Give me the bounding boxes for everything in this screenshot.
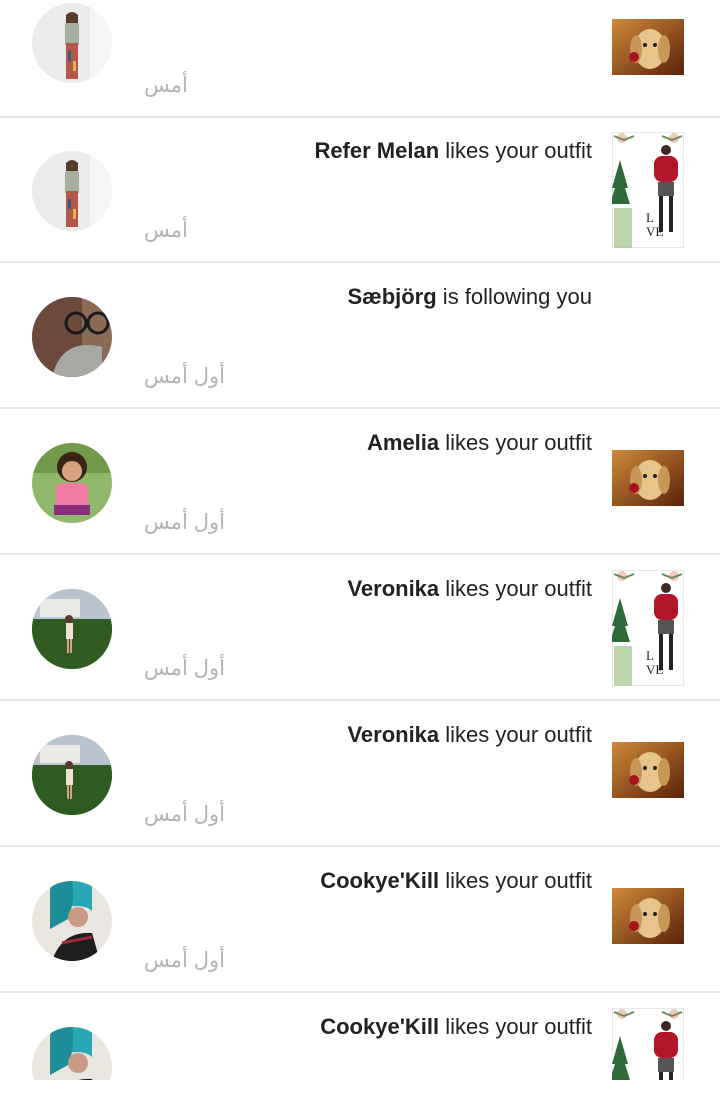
username-link[interactable]: Refer Melan xyxy=(314,138,439,163)
notification-text: Sæbjörg is following you xyxy=(347,284,592,310)
action-text: likes your outfit xyxy=(439,868,592,893)
user-avatar[interactable] xyxy=(32,297,112,377)
notification-text: Refer Melan likes your outfit xyxy=(314,138,592,164)
svg-text:VE: VE xyxy=(646,662,663,677)
user-avatar[interactable] xyxy=(32,1027,112,1080)
outfit-thumbnail[interactable] xyxy=(612,19,684,75)
notification-row[interactable]: Amelia likes your outfit أول أمس xyxy=(0,410,720,555)
outfit-thumbnail[interactable] xyxy=(612,742,684,798)
action-text: likes your outfit xyxy=(439,138,592,163)
action-text: likes your outfit xyxy=(439,576,592,601)
notification-time: أول أمس xyxy=(144,803,225,826)
notification-time: أول أمس xyxy=(144,949,225,972)
outfit-thumbnail[interactable] xyxy=(612,1008,684,1080)
dog-with-rose-icon xyxy=(612,742,684,798)
notification-time: أمس xyxy=(144,219,188,242)
notification-feed: أمس Refer Melan likes your outfit أمس L … xyxy=(0,0,720,1080)
avatar-person-glasses-icon xyxy=(32,297,112,377)
svg-text:VE: VE xyxy=(646,224,663,239)
avatar-woman-standing-icon xyxy=(32,3,112,83)
outfit-thumbnail[interactable] xyxy=(612,888,684,944)
user-avatar[interactable] xyxy=(32,151,112,231)
username-link[interactable]: Cookye'Kill xyxy=(320,1014,439,1039)
notification-time: أمس xyxy=(144,74,188,97)
outfit-collage-icon: L VE xyxy=(612,132,684,248)
action-text: likes your outfit xyxy=(439,722,592,747)
notification-time: أول أمس xyxy=(144,511,225,534)
avatar-woman-on-lawn-icon xyxy=(32,735,112,815)
notification-text: Amelia likes your outfit xyxy=(367,430,592,456)
notification-row[interactable]: Refer Melan likes your outfit أمس L VE xyxy=(0,118,720,263)
avatar-blue-hair-icon xyxy=(32,1027,112,1080)
notification-time: أول أمس xyxy=(144,365,225,388)
action-text: likes your outfit xyxy=(439,430,592,455)
avatar-girl-pink-shirt-icon xyxy=(32,443,112,523)
user-avatar[interactable] xyxy=(32,589,112,669)
outfit-thumbnail[interactable]: L VE xyxy=(612,132,684,248)
username-link[interactable]: Cookye'Kill xyxy=(320,868,439,893)
notification-text: Veronika likes your outfit xyxy=(347,722,592,748)
notification-text: Veronika likes your outfit xyxy=(347,576,592,602)
action-text: likes your outfit xyxy=(439,1014,592,1039)
outfit-thumbnail[interactable]: L VE xyxy=(612,570,684,686)
outfit-collage-icon xyxy=(612,1008,684,1080)
notification-row[interactable]: Cookye'Kill likes your outfit xyxy=(0,994,720,1080)
user-avatar[interactable] xyxy=(32,881,112,961)
svg-text:L: L xyxy=(646,648,654,663)
avatar-woman-on-lawn-icon xyxy=(32,589,112,669)
user-avatar[interactable] xyxy=(32,443,112,523)
notification-text: Cookye'Kill likes your outfit xyxy=(320,1014,592,1040)
bottom-blank-area xyxy=(0,1080,720,1118)
notification-time: أول أمس xyxy=(144,657,225,680)
notification-text: Cookye'Kill likes your outfit xyxy=(320,868,592,894)
outfit-thumbnail[interactable] xyxy=(612,450,684,506)
notification-row[interactable]: Veronika likes your outfit أول أمس xyxy=(0,702,720,847)
notification-row[interactable]: أمس xyxy=(0,0,720,118)
notification-row[interactable]: Sæbjörg is following you أول أمس xyxy=(0,264,720,409)
outfit-collage-icon: L VE xyxy=(612,570,684,686)
user-avatar[interactable] xyxy=(32,3,112,83)
dog-with-rose-icon xyxy=(612,888,684,944)
dog-with-rose-icon xyxy=(612,19,684,75)
dog-with-rose-icon xyxy=(612,450,684,506)
svg-text:L: L xyxy=(646,210,654,225)
avatar-woman-standing-icon xyxy=(32,151,112,231)
username-link[interactable]: Amelia xyxy=(367,430,439,455)
username-link[interactable]: Veronika xyxy=(347,722,439,747)
username-link[interactable]: Veronika xyxy=(347,576,439,601)
action-text: is following you xyxy=(436,284,592,309)
notification-row[interactable]: Cookye'Kill likes your outfit أول أمس xyxy=(0,848,720,993)
notification-row[interactable]: Veronika likes your outfit أول أمس L VE xyxy=(0,556,720,701)
avatar-blue-hair-icon xyxy=(32,881,112,961)
user-avatar[interactable] xyxy=(32,735,112,815)
username-link[interactable]: Sæbjörg xyxy=(347,284,436,309)
